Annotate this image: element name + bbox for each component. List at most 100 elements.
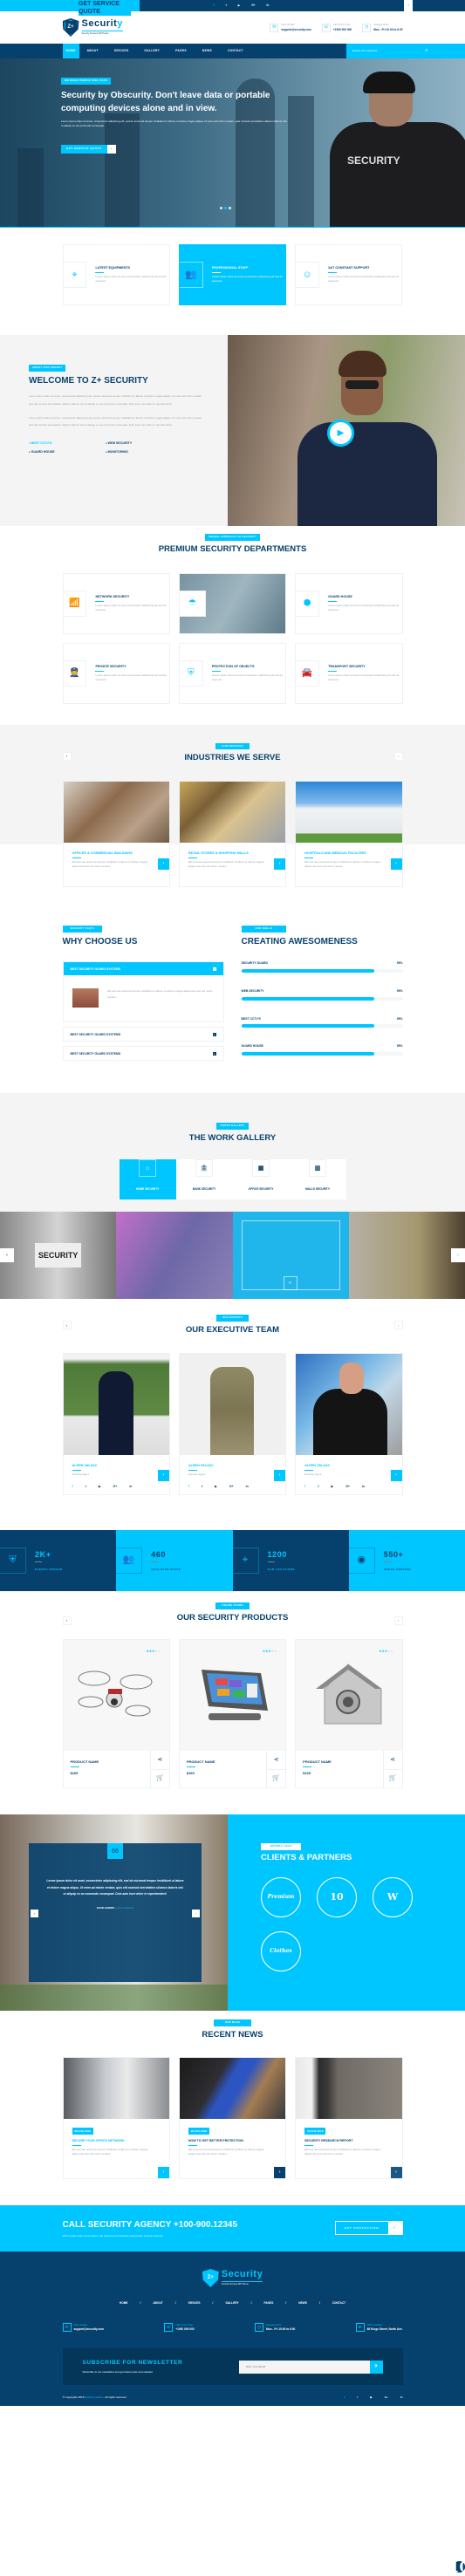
linkedin-icon[interactable]: in <box>362 1485 365 1489</box>
next-arrow[interactable]: › <box>394 1321 403 1329</box>
next-arrow[interactable]: › <box>394 752 403 761</box>
accordion-header[interactable]: BEST SECURITY GUARD SYSTEMS+ <box>64 1047 223 1060</box>
send-icon[interactable]: ✈ <box>370 2361 383 2374</box>
department-image-card[interactable]: ☂ <box>179 573 286 634</box>
partner-logo[interactable]: Premium <box>261 1877 301 1917</box>
nav-contact[interactable]: CONTACT <box>220 44 251 58</box>
footer-nav-services[interactable]: SRVICES <box>188 2301 201 2305</box>
facebook-icon[interactable]: f <box>72 1485 73 1489</box>
footer-nav-news[interactable]: NEWS <box>298 2301 307 2305</box>
chevron-right-icon[interactable]: › <box>388 2222 402 2234</box>
tab-home-security[interactable]: ⌂HOME SECURITY <box>120 1159 176 1199</box>
zoom-icon[interactable]: ⌕ <box>284 1276 297 1290</box>
chevron-right-icon[interactable]: › <box>158 1470 169 1481</box>
department-card[interactable]: ⛨PROTECTION OF OBJECTSLorem ipsum dolor … <box>179 643 286 704</box>
google-plus-icon[interactable]: G+ <box>385 2395 388 2399</box>
google-plus-icon[interactable]: G+ <box>345 1485 350 1489</box>
logo[interactable]: Z+ Security Security Services WP Theme <box>63 18 123 37</box>
hero-quote-button[interactable]: GET SERVICE QUOTE› <box>61 145 116 154</box>
facebook-icon[interactable]: f <box>304 1485 305 1489</box>
slider-dot-active[interactable] <box>224 207 227 209</box>
youtube-icon[interactable]: ▶ <box>99 1485 101 1489</box>
footer-nav-home[interactable]: HOME <box>120 2301 128 2305</box>
search-icon[interactable]: ⌕ <box>425 47 427 54</box>
share-icon[interactable]: ⋖ <box>267 1751 285 1770</box>
twitter-icon[interactable]: t <box>226 3 227 7</box>
nav-news[interactable]: NEWS <box>195 44 220 58</box>
chevron-right-icon[interactable]: › <box>274 1470 285 1481</box>
linkedin-icon[interactable]: in <box>246 1485 249 1489</box>
chevron-right-icon[interactable]: › <box>158 858 169 870</box>
twitter-icon[interactable]: t <box>357 2395 358 2399</box>
chevron-right-icon[interactable]: › <box>107 145 116 154</box>
prev-arrow[interactable]: ‹ <box>31 1910 38 1917</box>
google-plus-icon[interactable]: G+ <box>251 3 255 7</box>
plus-icon[interactable]: + <box>213 1052 216 1056</box>
slider-dot[interactable] <box>229 207 231 209</box>
gallery-photo[interactable] <box>349 1212 465 1299</box>
chevron-right-icon[interactable]: › <box>274 2167 285 2178</box>
play-icon[interactable]: ▶ <box>327 420 354 447</box>
share-icon[interactable]: ⋖ <box>384 1751 402 1770</box>
slider-dot[interactable] <box>220 207 222 209</box>
facebook-icon[interactable]: f <box>188 1485 189 1489</box>
department-card[interactable]: 🚘TRANSPORT SECURITYLorem ipsum dolor sit… <box>295 643 402 704</box>
prev-arrow[interactable]: ‹ <box>63 1321 72 1329</box>
youtube-icon[interactable]: ▶ <box>238 3 240 7</box>
chevron-right-icon[interactable]: › <box>158 2167 169 2178</box>
linkedin-icon[interactable]: in <box>129 1485 132 1489</box>
prev-arrow[interactable]: ‹ <box>0 1248 14 1262</box>
accordion-header[interactable]: BEST SECURITY GUARD SYSTEMS+ <box>64 1028 223 1041</box>
department-card[interactable]: ⬢GUARD HOUSELorem ipsum dolor sit amet c… <box>295 573 402 634</box>
next-arrow[interactable]: › <box>192 1910 200 1917</box>
department-card[interactable]: 📶NETWORK SECURITYLorem ipsum dolor sit a… <box>63 573 170 634</box>
search-input[interactable]: Search your keyword...⌕ <box>346 44 465 58</box>
youtube-icon[interactable]: ▶ <box>215 1485 217 1489</box>
youtube-icon[interactable]: ▶ <box>332 1485 334 1489</box>
chevron-right-icon[interactable]: › <box>404 0 413 11</box>
partner-logo[interactable]: 10 <box>317 1877 357 1917</box>
gallery-photo[interactable]: SECURITY <box>0 1212 116 1299</box>
partner-logo[interactable]: 10 <box>454 2561 465 2573</box>
cart-icon[interactable]: 🛒 <box>267 1770 285 1788</box>
nav-pages[interactable]: PAGES <box>168 44 195 58</box>
chevron-right-icon[interactable]: › <box>391 1470 402 1481</box>
facebook-icon[interactable]: f <box>214 3 215 7</box>
chevron-right-icon[interactable]: › <box>391 2167 402 2178</box>
copyright-link[interactable]: Security Guard <box>85 2395 102 2399</box>
footer-nav-contact[interactable]: CONTACT <box>332 2301 345 2305</box>
accordion-header[interactable]: BEST SECURITY GUARD SYSTEMS− <box>64 962 223 975</box>
next-arrow[interactable]: › <box>394 1616 403 1625</box>
plus-icon[interactable]: + <box>213 1033 216 1036</box>
department-card[interactable]: 👮PRIVATE SECURITYLorem ipsum dolor sit a… <box>63 643 170 704</box>
footer-nav-pages[interactable]: PAGES <box>263 2301 273 2305</box>
prev-arrow[interactable]: ‹ <box>63 1616 72 1625</box>
cart-icon[interactable]: 🛒 <box>151 1770 169 1788</box>
youtube-icon[interactable]: ▶ <box>370 2395 372 2399</box>
footer-nav-about[interactable]: ABOUT <box>153 2301 162 2305</box>
minus-icon[interactable]: − <box>213 967 216 971</box>
share-icon[interactable]: ⋖ <box>151 1751 169 1770</box>
tab-bank-security[interactable]: 🏦BANK SECURITY <box>176 1159 233 1199</box>
partner-logo[interactable]: W <box>373 1877 413 1917</box>
google-plus-icon[interactable]: G+ <box>229 1485 234 1489</box>
chevron-right-icon[interactable]: › <box>391 858 402 870</box>
linkedin-icon[interactable]: in <box>400 2395 403 2399</box>
prev-arrow[interactable]: ‹ <box>63 752 72 761</box>
get-quote-button[interactable]: GET SERVICE QUOTE <box>79 0 131 16</box>
nav-home[interactable]: HOME <box>63 44 79 58</box>
gallery-photo-hover[interactable]: ⌕ <box>233 1212 349 1299</box>
tab-office-security[interactable]: ▦OFFICE SECURITY <box>233 1159 290 1199</box>
nav-gallery[interactable]: GALLERY <box>136 44 168 58</box>
chevron-right-icon[interactable]: › <box>274 858 285 870</box>
gallery-photo[interactable] <box>116 1212 232 1299</box>
partner-logo[interactable]: Clothes <box>261 1931 301 1971</box>
tab-malls-security[interactable]: ▥MALLS SECURITY <box>290 1159 346 1199</box>
twitter-icon[interactable]: t <box>85 1485 86 1489</box>
nav-services[interactable]: SRVICES <box>106 44 137 58</box>
facebook-icon[interactable]: f <box>344 2395 345 2399</box>
get-protection-button[interactable]: GET PROTECTION› <box>335 2221 403 2235</box>
google-plus-icon[interactable]: G+ <box>113 1485 118 1489</box>
cart-icon[interactable]: 🛒 <box>384 1770 402 1788</box>
footer-nav-gallery[interactable]: GALLERY <box>225 2301 238 2305</box>
